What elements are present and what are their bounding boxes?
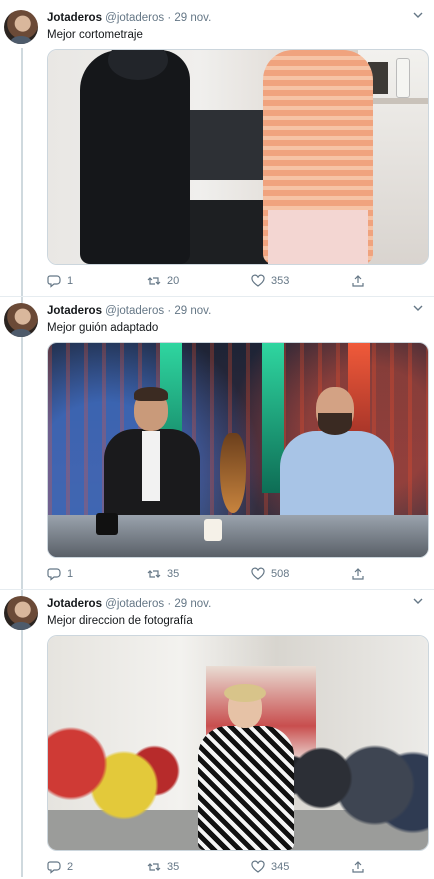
- chevron-down-icon[interactable]: [412, 303, 424, 313]
- tweet[interactable]: Jotaderos @jotaderos · 29 nov. Mejor gui…: [0, 293, 434, 586]
- tweet-date[interactable]: 29 nov.: [174, 305, 211, 317]
- heart-icon: [251, 274, 265, 287]
- like-count: 508: [271, 568, 290, 580]
- tweet-header: Jotaderos @jotaderos · 29 nov.: [47, 305, 211, 317]
- retweet-button[interactable]: 35: [147, 860, 179, 874]
- reply-icon: [47, 275, 61, 288]
- display-name[interactable]: Jotaderos: [47, 305, 102, 317]
- avatar[interactable]: [4, 303, 38, 337]
- tweet[interactable]: Jotaderos @jotaderos · 29 nov. Mejor cor…: [0, 0, 434, 293]
- separator-dot: ·: [167, 598, 172, 610]
- like-count: 345: [271, 861, 290, 873]
- tweet-date[interactable]: 29 nov.: [174, 598, 211, 610]
- retweet-button[interactable]: 20: [147, 274, 179, 288]
- retweet-icon: [147, 277, 161, 285]
- reply-button[interactable]: 1: [47, 274, 73, 288]
- user-handle[interactable]: @jotaderos: [105, 305, 164, 317]
- reply-button[interactable]: 2: [47, 860, 73, 874]
- media-image: [48, 636, 428, 850]
- tweet-date[interactable]: 29 nov.: [174, 12, 211, 24]
- user-handle[interactable]: @jotaderos: [105, 598, 164, 610]
- chevron-down-icon[interactable]: [412, 596, 424, 606]
- heart-icon: [251, 567, 265, 580]
- display-name[interactable]: Jotaderos: [47, 12, 102, 24]
- tweet-text: Mejor cortometraje: [47, 29, 143, 41]
- retweet-icon: [147, 863, 161, 871]
- share-icon: [352, 861, 364, 873]
- tweet-text: Mejor guión adaptado: [47, 322, 159, 334]
- separator-dot: ·: [167, 12, 172, 24]
- reply-count: 1: [67, 568, 74, 580]
- reply-icon: [47, 568, 61, 581]
- share-button[interactable]: [351, 860, 365, 874]
- retweet-count: 20: [167, 275, 180, 287]
- tweet-actions: 1 35 508: [47, 567, 387, 585]
- tweet-header: Jotaderos @jotaderos · 29 nov.: [47, 598, 211, 610]
- like-button[interactable]: 508: [251, 567, 289, 581]
- media-image: [48, 343, 428, 557]
- tweet[interactable]: Jotaderos @jotaderos · 29 nov. Mejor dir…: [0, 586, 434, 879]
- retweet-count: 35: [167, 861, 180, 873]
- retweet-count: 35: [167, 568, 180, 580]
- reply-icon: [47, 861, 61, 874]
- tweet-media[interactable]: [47, 342, 429, 558]
- share-button[interactable]: [351, 567, 365, 581]
- heart-icon: [251, 860, 265, 873]
- tweet-media[interactable]: [47, 635, 429, 851]
- media-image: [48, 50, 428, 264]
- share-icon: [352, 568, 364, 580]
- reply-count: 1: [67, 275, 74, 287]
- like-button[interactable]: 353: [251, 274, 289, 288]
- separator-dot: ·: [167, 305, 172, 317]
- display-name[interactable]: Jotaderos: [47, 598, 102, 610]
- share-button[interactable]: [351, 274, 365, 288]
- reply-count: 2: [67, 861, 74, 873]
- retweet-button[interactable]: 35: [147, 567, 179, 581]
- tweet-actions: 2 35 345: [47, 860, 387, 878]
- tweet-text: Mejor direccion de fotografía: [47, 615, 193, 627]
- like-count: 353: [271, 275, 290, 287]
- like-button[interactable]: 345: [251, 860, 289, 874]
- avatar[interactable]: [4, 10, 38, 44]
- reply-button[interactable]: 1: [47, 567, 73, 581]
- user-handle[interactable]: @jotaderos: [105, 12, 164, 24]
- chevron-down-icon[interactable]: [412, 10, 424, 20]
- avatar[interactable]: [4, 596, 38, 630]
- tweet-header: Jotaderos @jotaderos · 29 nov.: [47, 12, 211, 24]
- tweet-media[interactable]: [47, 49, 429, 265]
- share-icon: [352, 275, 364, 287]
- tweet-actions: 1 20 353: [47, 274, 387, 292]
- retweet-icon: [147, 570, 161, 578]
